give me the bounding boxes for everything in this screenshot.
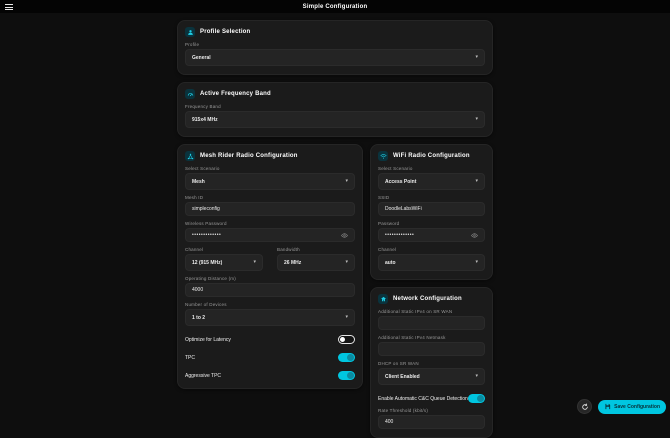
eye-icon[interactable] (471, 232, 478, 239)
rate-threshold-input[interactable] (385, 419, 478, 425)
wifi-card: WiFi Radio Configuration Select Scenario… (370, 144, 493, 280)
channel-value: 12 (915 MHz) (192, 260, 222, 266)
chevron-down-icon: ▾ (345, 315, 348, 320)
wireless-password-input[interactable] (192, 232, 341, 238)
eye-icon[interactable] (341, 232, 348, 239)
refresh-button[interactable] (577, 399, 592, 414)
number-of-devices-label: Number of Devices (185, 302, 355, 307)
static-ip-label: Additional Static IPv4 on SR WAN (378, 309, 485, 314)
chevron-down-icon: ▾ (475, 117, 478, 122)
bandwidth-label: Bandwidth (277, 247, 355, 252)
mesh-network-icon (185, 151, 195, 161)
mesh-id-input[interactable] (192, 206, 348, 212)
aggressive-tpc-toggle[interactable] (338, 371, 355, 380)
card-title: WiFi Radio Configuration (393, 153, 470, 159)
card-title: Profile Selection (200, 29, 250, 35)
save-configuration-label: Save Configuration (614, 404, 660, 410)
frequency-icon (185, 89, 195, 99)
frequency-band-label: Frequency Band (185, 104, 485, 109)
card-title: Mesh Rider Radio Configuration (200, 153, 298, 159)
wifi-scenario-label: Select Scenario (378, 166, 485, 171)
wireless-password-label: Wireless Password (185, 221, 355, 226)
operating-distance-label: Operating Distance (m) (185, 276, 355, 281)
ssid-label: SSID (378, 195, 485, 200)
chevron-down-icon: ▾ (345, 179, 348, 184)
chevron-down-icon: ▾ (253, 260, 256, 265)
wifi-password-input[interactable] (385, 232, 471, 238)
mesh-scenario-select[interactable]: Mesh ▾ (185, 173, 355, 190)
mesh-id-label: Mesh ID (185, 195, 355, 200)
channel-label: Channel (185, 247, 263, 252)
scenario-label: Select Scenario (185, 166, 355, 171)
profile-icon (185, 27, 195, 37)
chevron-down-icon: ▾ (475, 374, 478, 379)
profile-select-value: General (192, 55, 211, 61)
card-title: Network Configuration (393, 296, 462, 302)
save-configuration-button[interactable]: Save Configuration (598, 400, 666, 414)
static-ip-input[interactable] (385, 320, 478, 326)
profile-select[interactable]: General ▾ (185, 49, 485, 66)
wifi-channel-select[interactable]: auto ▾ (378, 254, 485, 271)
profile-selection-card: Profile Selection Profile General ▾ (177, 20, 493, 75)
wifi-channel-label: Channel (378, 247, 485, 252)
dhcp-value: Client Enabled (385, 374, 420, 380)
chevron-down-icon: ▾ (475, 55, 478, 60)
chevron-down-icon: ▾ (345, 260, 348, 265)
rate-threshold-label: Rate Threshold (kbit/s) (378, 408, 485, 413)
mesh-rider-card: Mesh Rider Radio Configuration Select Sc… (177, 144, 363, 389)
bandwidth-value: 26 MHz (284, 260, 301, 266)
tpc-label: TPC (185, 355, 195, 361)
bandwidth-select[interactable]: 26 MHz ▾ (277, 254, 355, 271)
network-icon (378, 294, 388, 304)
frequency-band-card: Active Frequency Band Frequency Band 915… (177, 82, 493, 137)
wifi-channel-value: auto (385, 260, 396, 266)
netmask-label: Additional Static IPv4 Netmask (378, 335, 485, 340)
channel-select[interactable]: 12 (915 MHz) ▾ (185, 254, 263, 271)
operating-distance-input[interactable] (192, 287, 348, 293)
dhcp-label: DHCP on SR WAN (378, 361, 485, 366)
save-icon (604, 403, 611, 410)
number-of-devices-value: 1 to 2 (192, 315, 205, 321)
netmask-input[interactable] (385, 346, 478, 352)
app-bar: Simple Configuration (0, 0, 670, 13)
frequency-band-value: 915x4 MHz (192, 117, 218, 123)
optimize-latency-label: Optimize for Latency (185, 337, 231, 343)
wifi-scenario-value: Access Point (385, 179, 416, 185)
cc-queue-label: Enable Automatic C&C Queue Detection (378, 396, 468, 402)
mesh-scenario-value: Mesh (192, 179, 205, 185)
aggressive-tpc-label: Aggressive TPC (185, 373, 221, 379)
wifi-password-label: Password (378, 221, 485, 226)
card-title: Active Frequency Band (200, 91, 271, 97)
profile-label: Profile (185, 42, 485, 47)
chevron-down-icon: ▾ (475, 179, 478, 184)
cc-queue-toggle[interactable] (468, 394, 485, 403)
optimize-latency-toggle[interactable] (338, 335, 355, 344)
page-title: Simple Configuration (303, 4, 368, 10)
menu-icon[interactable] (5, 4, 13, 10)
network-card: Network Configuration Additional Static … (370, 287, 493, 438)
chevron-down-icon: ▾ (475, 260, 478, 265)
frequency-band-select[interactable]: 915x4 MHz ▾ (185, 111, 485, 128)
dhcp-select[interactable]: Client Enabled ▾ (378, 368, 485, 385)
ssid-input[interactable] (385, 206, 478, 212)
wifi-scenario-select[interactable]: Access Point ▾ (378, 173, 485, 190)
number-of-devices-select[interactable]: 1 to 2 ▾ (185, 309, 355, 326)
tpc-toggle[interactable] (338, 353, 355, 362)
wifi-icon (378, 151, 388, 161)
